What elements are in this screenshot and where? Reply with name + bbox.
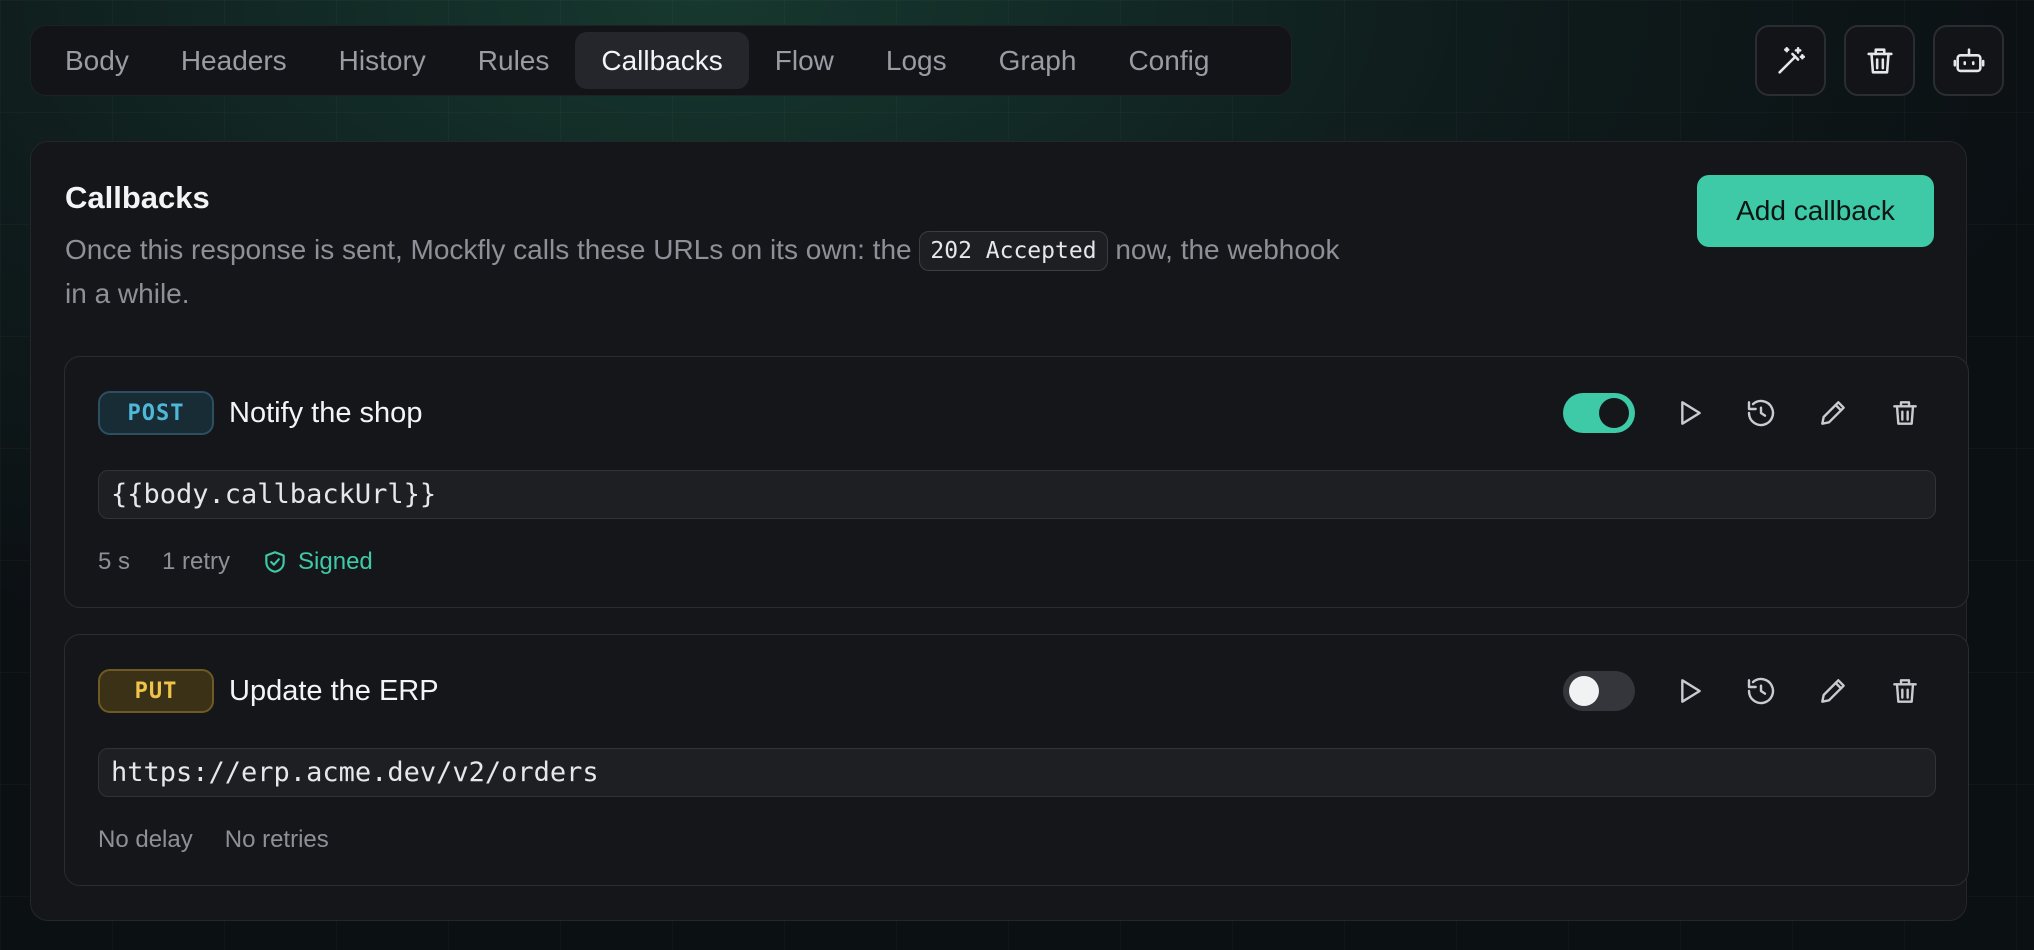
play-icon: [1681, 679, 1701, 703]
history-button[interactable]: [1743, 395, 1779, 431]
trash-icon: [1893, 679, 1917, 703]
add-callback-button[interactable]: Add callback: [1697, 175, 1934, 247]
toggle-knob: [1599, 398, 1629, 428]
tab-logs[interactable]: Logs: [860, 32, 973, 89]
robot-icon: [1953, 47, 1984, 72]
callbacks-panel: Callbacks Once this response is sent, Mo…: [30, 141, 1969, 921]
pencil-icon: [1821, 679, 1845, 703]
run-button[interactable]: [1671, 673, 1707, 709]
callback-card: PUT Update the ERP https://erp.acme.dev/…: [64, 634, 1969, 886]
delete-all-button[interactable]: [1844, 25, 1915, 96]
callback-url-field[interactable]: {{body.callbackUrl}}: [98, 470, 1936, 519]
history-button[interactable]: [1743, 673, 1779, 709]
top-actions: [1755, 25, 2004, 96]
history-icon: [1747, 677, 1775, 705]
play-icon: [1681, 401, 1701, 425]
callback-name: Update the ERP: [229, 674, 439, 707]
trash-icon: [1866, 47, 1893, 74]
delay-label: No delay: [98, 826, 193, 853]
callback-tools: [1563, 391, 1923, 435]
delete-button[interactable]: [1887, 395, 1923, 431]
tab-graph[interactable]: Graph: [973, 32, 1103, 89]
tab-headers[interactable]: Headers: [155, 32, 313, 89]
callback-meta: No delay No retries: [98, 823, 329, 857]
signed-badge: Signed: [262, 548, 373, 576]
pencil-icon: [1821, 401, 1845, 425]
delay-label: 5 s: [98, 548, 131, 575]
tab-config[interactable]: Config: [1102, 32, 1235, 89]
description-text-start: Once this response is sent, Mockfly call…: [65, 234, 912, 265]
retries-label: No retries: [224, 826, 329, 853]
method-badge: POST: [98, 391, 214, 435]
callback-card: POST Notify the shop {{body.callbackUrl}…: [64, 356, 1969, 608]
run-button[interactable]: [1671, 395, 1707, 431]
tab-bar: Body Headers History Rules Callbacks Flo…: [30, 25, 1292, 96]
assistant-button[interactable]: [1933, 25, 2004, 96]
enable-toggle[interactable]: [1563, 671, 1635, 711]
edit-button[interactable]: [1815, 673, 1851, 709]
panel-description: Once this response is sent, Mockfly call…: [65, 228, 1355, 316]
tab-rules[interactable]: Rules: [452, 32, 576, 89]
callback-url-field[interactable]: https://erp.acme.dev/v2/orders: [98, 748, 1936, 797]
page-title: Callbacks: [65, 180, 210, 215]
signed-label: Signed: [298, 548, 373, 575]
history-icon: [1747, 399, 1775, 427]
shield-check-icon: [265, 551, 285, 573]
magic-wand-button[interactable]: [1755, 25, 1826, 96]
magic-wand-icon: [1777, 46, 1805, 74]
trash-icon: [1893, 401, 1917, 425]
method-badge: PUT: [98, 669, 214, 713]
toggle-knob: [1569, 676, 1599, 706]
callback-tools: [1563, 669, 1923, 713]
status-code-chip: 202 Accepted: [919, 231, 1108, 271]
retries-label: 1 retry: [162, 548, 231, 575]
callback-meta: 5 s 1 retry Signed: [98, 545, 373, 579]
callback-name: Notify the shop: [229, 396, 423, 429]
enable-toggle[interactable]: [1563, 393, 1635, 433]
tab-history[interactable]: History: [313, 32, 452, 89]
tab-body[interactable]: Body: [39, 32, 155, 89]
delete-button[interactable]: [1887, 673, 1923, 709]
tab-callbacks[interactable]: Callbacks: [575, 32, 749, 89]
edit-button[interactable]: [1815, 395, 1851, 431]
tab-flow[interactable]: Flow: [749, 32, 860, 89]
